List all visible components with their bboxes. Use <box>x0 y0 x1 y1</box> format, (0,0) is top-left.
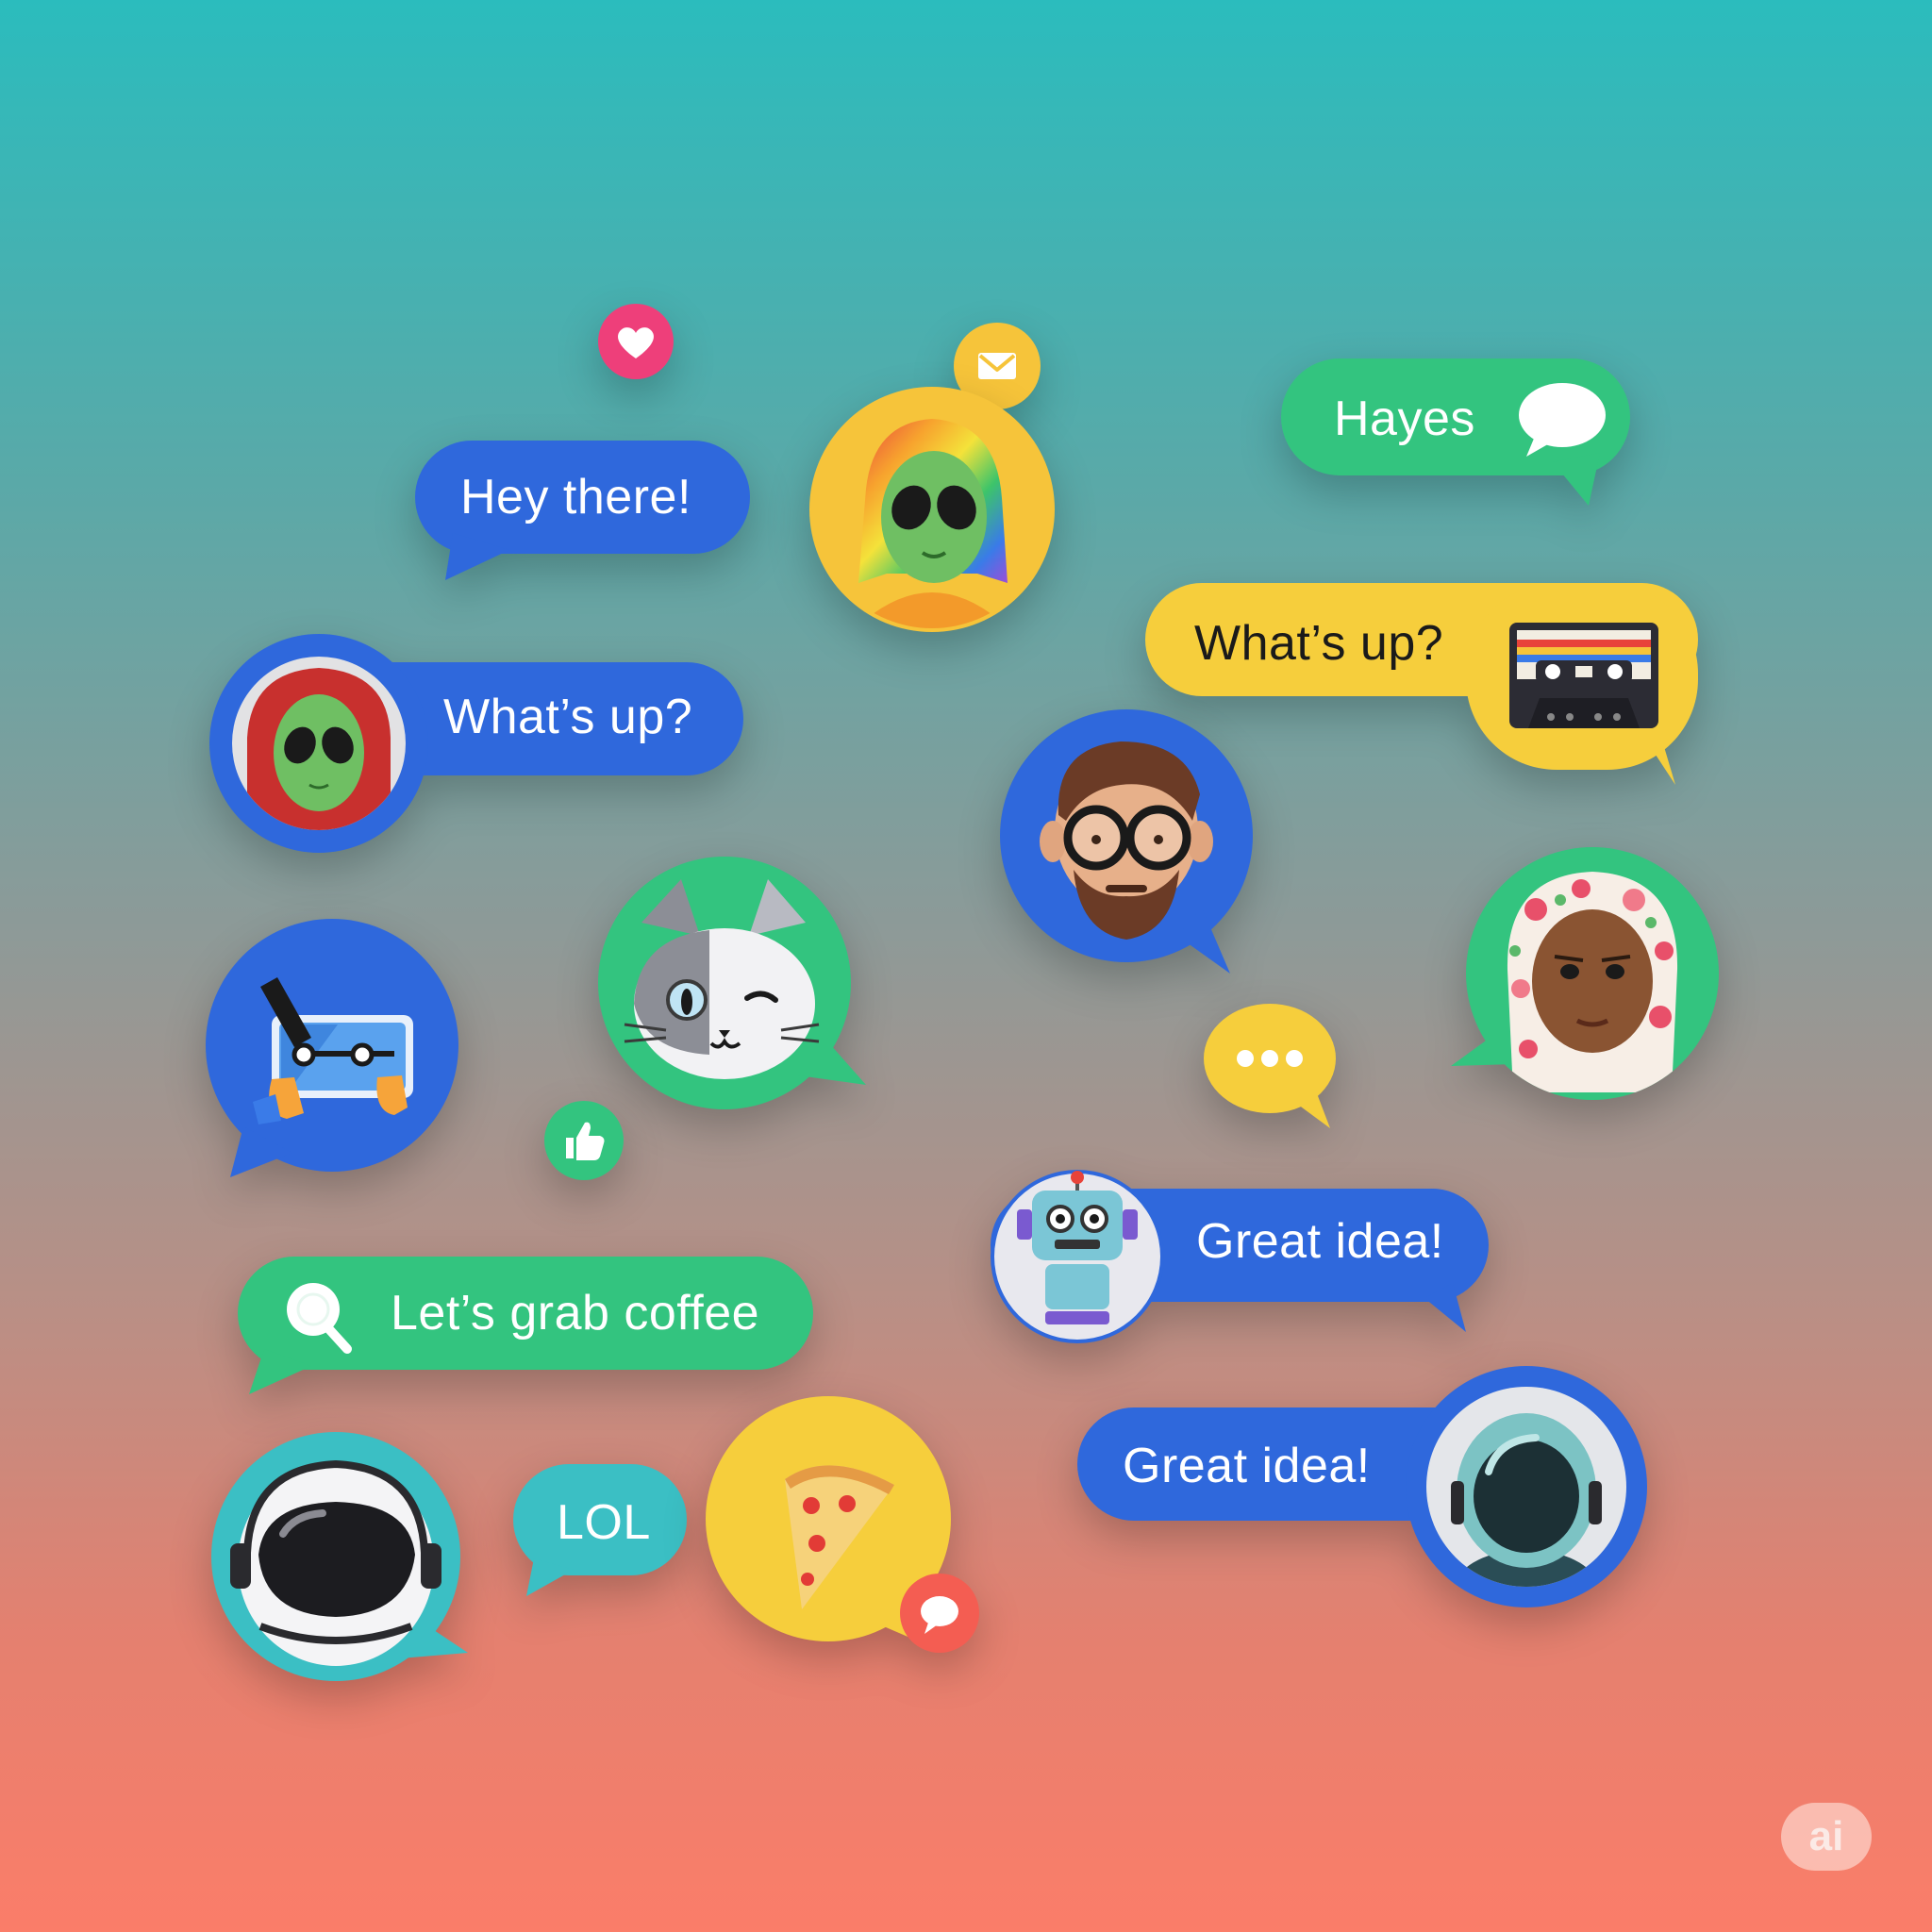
message-text: Great idea! <box>1123 1439 1371 1493</box>
thumbs-up-reaction[interactable] <box>543 1100 625 1181</box>
message-great-idea-astronaut[interactable]: Great idea! <box>1077 1366 1647 1609</box>
avatar-rainbow-alien[interactable] <box>808 385 1057 634</box>
avatar-tablet-hands[interactable] <box>206 919 458 1179</box>
message-lets-grab-coffee[interactable]: Let’s grab coffee <box>236 1255 813 1396</box>
message-text: What’s up? <box>1194 616 1444 671</box>
message-whats-up-left[interactable]: What’s up? <box>209 634 743 853</box>
message-text: Hey there! <box>460 470 691 525</box>
avatar-pizza[interactable] <box>706 1392 985 1658</box>
message-great-idea-robot[interactable]: Great idea! <box>991 1170 1489 1343</box>
heart-notification[interactable] <box>596 302 675 381</box>
avatar-astronaut-helmet[interactable] <box>209 1430 470 1683</box>
typing-indicator[interactable] <box>1204 1004 1340 1130</box>
message-lol[interactable]: LOL <box>513 1464 689 1600</box>
ellipsis-icon <box>1237 1050 1303 1067</box>
message-text: Hayes <box>1334 391 1475 446</box>
avatar-floral-scarf[interactable] <box>1449 847 1719 1104</box>
message-text: What’s up? <box>443 690 693 744</box>
avatar-bearded-man[interactable] <box>998 709 1253 974</box>
message-hey-there[interactable]: Hey there! <box>415 439 751 590</box>
message-hayes[interactable]: Hayes <box>1279 358 1634 509</box>
cassette-icon <box>1509 623 1658 728</box>
avatar-winking-cat[interactable] <box>596 857 868 1117</box>
message-text: LOL <box>557 1495 651 1550</box>
message-text: Great idea! <box>1196 1214 1444 1269</box>
ai-badge: ai <box>1781 1803 1872 1871</box>
message-text: Let’s grab coffee <box>391 1286 760 1341</box>
